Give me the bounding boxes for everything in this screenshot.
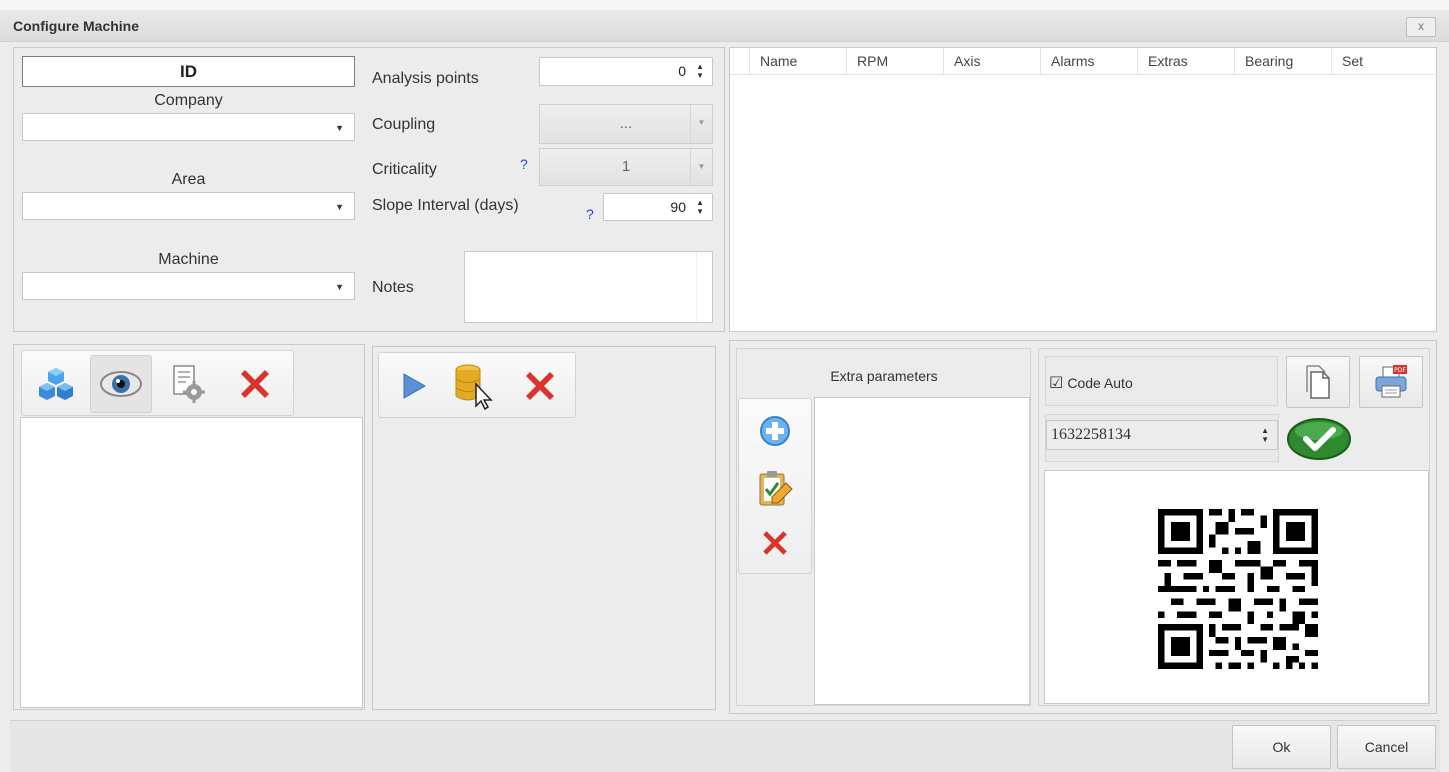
edit-clipboard-icon [759,471,793,506]
delete-parameter-button[interactable] [753,523,797,563]
code-value-input[interactable]: 1632258134 ▲ ▼ [1046,420,1278,450]
spin-arrows-icon[interactable]: ▲ ▼ [696,198,704,216]
area-label: Area [171,171,206,188]
print-pdf-icon: PDF [1375,365,1407,398]
machine-label: Machine [158,251,219,268]
cubes-icon [39,368,73,400]
copy-button[interactable] [1286,356,1350,408]
spin-arrows-icon[interactable]: ▲ ▼ [696,62,704,80]
machine-combo[interactable]: ▼ [22,272,355,300]
cancel-button[interactable]: Cancel [1337,725,1436,769]
column-header-rpm[interactable]: RPM [846,48,943,75]
confirm-code-button[interactable] [1285,417,1353,461]
add-parameter-button[interactable] [753,411,797,451]
criticality-label: Criticality [372,161,437,178]
cubes-button[interactable] [32,361,80,407]
analysis-points-label: Analysis points [372,70,479,87]
criticality-value: 1 [621,158,631,175]
configure-machine-dialog: Configure Machine x ID Company ▼ Area ▼ … [0,0,1449,772]
spin-arrows-icon[interactable]: ▲ ▼ [1261,426,1269,444]
slope-help-icon[interactable]: ? [586,206,594,222]
coupling-value: ... [619,115,633,132]
code-auto-checkbox[interactable]: ☑ Code Auto [1049,373,1133,393]
chevron-down-icon: ▼ [690,105,712,143]
extra-parameters-list[interactable] [814,397,1030,705]
background-tab-strip [0,0,1449,10]
database-select-icon [455,364,493,410]
area-combo[interactable]: ▼ [22,192,355,220]
delete-component-button[interactable] [232,361,278,407]
add-icon [760,416,790,446]
chevron-down-icon: ▼ [335,123,344,133]
code-value: 1632258134 [1051,426,1131,443]
copy-icon [1306,365,1330,399]
column-header-extras[interactable]: Extras [1137,48,1234,75]
delete-icon [241,370,269,398]
print-pdf-button[interactable]: PDF [1359,356,1423,408]
column-header-set[interactable]: Set [1331,48,1437,75]
notes-label: Notes [372,279,414,296]
column-header-bearing[interactable]: Bearing [1234,48,1331,75]
notes-textarea[interactable] [464,251,713,323]
extra-parameters-toolbar [738,398,812,574]
slope-interval-value: 90 [670,199,686,215]
chevron-down-icon: ▼ [690,149,712,185]
title-bar: Configure Machine x [0,10,1449,42]
close-button[interactable]: x [1406,17,1436,37]
settings-page-button[interactable] [164,361,210,407]
extra-parameters-title: Extra parameters [830,368,938,384]
notes-scrollbar[interactable] [696,252,712,322]
company-combo[interactable]: ▼ [22,113,355,141]
criticality-dropdown[interactable]: 1 ▼ [539,148,713,186]
footer-bar [10,720,1440,772]
delete-icon [763,531,787,555]
checkmark-icon: ☑ [1049,375,1064,392]
coupling-label: Coupling [372,116,436,133]
qr-code-area [1044,470,1429,704]
window-title: Configure Machine [13,18,140,34]
play-button[interactable] [393,365,435,407]
components-list[interactable] [20,417,363,708]
chevron-down-icon: ▼ [335,282,344,292]
id-field[interactable]: ID [22,56,355,87]
coupling-dropdown[interactable]: ... ▼ [539,104,713,144]
chevron-down-icon: ▼ [335,202,344,212]
qr-code-icon [1158,509,1318,669]
analysis-points-stepper[interactable]: 0 ▲ ▼ [539,57,713,86]
column-header-axis[interactable]: Axis [943,48,1040,75]
settings-page-icon [173,365,205,403]
eye-icon [100,371,142,397]
analysis-toolbar [378,352,576,418]
code-auto-box: ☑ Code Auto [1045,356,1278,406]
delete-icon [526,372,554,400]
code-auto-label: Code Auto [1067,375,1133,391]
column-header-alarms[interactable]: Alarms [1040,48,1137,75]
slope-interval-stepper[interactable]: 90 ▲ ▼ [603,193,713,221]
column-header-name[interactable]: Name [749,48,846,75]
components-toolbar [21,350,294,416]
svg-text:PDF: PDF [1394,367,1406,374]
delete-analysis-button[interactable] [517,363,563,409]
points-grid: Name RPM Axis Alarms Extras Bearing Set [729,47,1437,332]
criticality-help-icon[interactable]: ? [520,156,528,172]
edit-parameter-button[interactable] [753,467,797,511]
ok-button[interactable]: Ok [1232,725,1331,769]
database-select-button[interactable] [449,361,499,411]
grid-header: Name RPM Axis Alarms Extras Bearing Set [730,48,1436,75]
slope-interval-label: Slope Interval (days) [372,197,519,214]
company-label: Company [154,92,223,109]
play-icon [403,373,427,399]
confirm-icon [1287,418,1351,460]
view-button[interactable] [90,355,152,413]
analysis-points-value: 0 [678,63,686,79]
